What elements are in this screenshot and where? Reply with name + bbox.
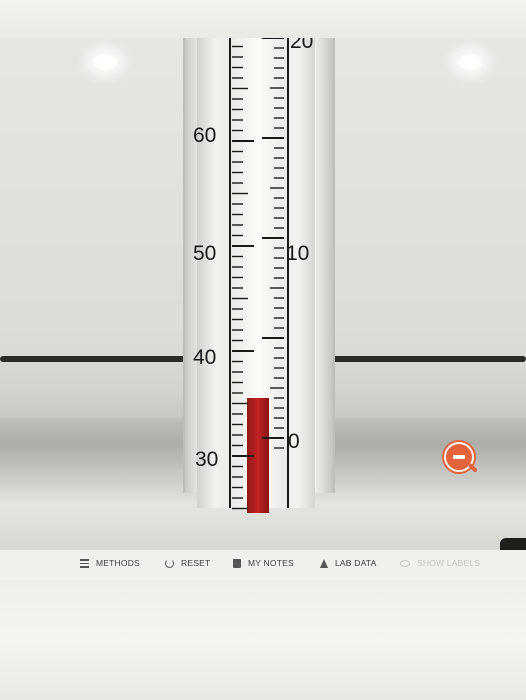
- notes-icon: [233, 558, 241, 568]
- scale-label-0: 0: [288, 430, 300, 453]
- reset-icon: [165, 558, 174, 568]
- eye-icon: [400, 559, 410, 567]
- reset-label: RESET: [181, 558, 211, 568]
- scale-label-10: 10: [286, 242, 309, 265]
- scale-ticks-left: [232, 45, 254, 510]
- methods-label: METHODS: [96, 558, 140, 568]
- flask-icon: [320, 558, 328, 568]
- lab-data-button[interactable]: LAB DATA: [320, 558, 376, 568]
- thermometer-scale: 60 50 40 30 20 10 0: [193, 38, 313, 510]
- scale-ticks-right: [262, 38, 284, 449]
- show-labels-button[interactable]: SHOW LABELS: [400, 558, 480, 568]
- scale-label-20: 20: [290, 38, 313, 53]
- scale-label-60: 60: [193, 124, 216, 147]
- lab-scene-viewport: 60 50 40 30 20 10 0: [0, 38, 526, 550]
- bottom-toolbar: METHODS RESET MY NOTES LAB DATA SHOW LAB…: [0, 550, 526, 580]
- methods-list-icon: [80, 558, 89, 568]
- zoom-out-button[interactable]: [444, 442, 478, 473]
- my-notes-label: MY NOTES: [248, 558, 294, 568]
- methods-button[interactable]: METHODS: [80, 558, 140, 568]
- screen-top-bezel: [0, 0, 526, 38]
- my-notes-button[interactable]: MY NOTES: [233, 558, 294, 568]
- screen-bottom-area: [0, 580, 526, 700]
- scale-label-40: 40: [193, 346, 216, 369]
- lab-data-label: LAB DATA: [335, 558, 377, 568]
- zoom-out-magnifier-icon: [453, 455, 465, 459]
- scale-label-50: 50: [193, 242, 216, 265]
- show-labels-label: SHOW LABELS: [417, 558, 481, 568]
- scale-label-30: 30: [195, 448, 218, 471]
- reset-button[interactable]: RESET: [165, 558, 210, 568]
